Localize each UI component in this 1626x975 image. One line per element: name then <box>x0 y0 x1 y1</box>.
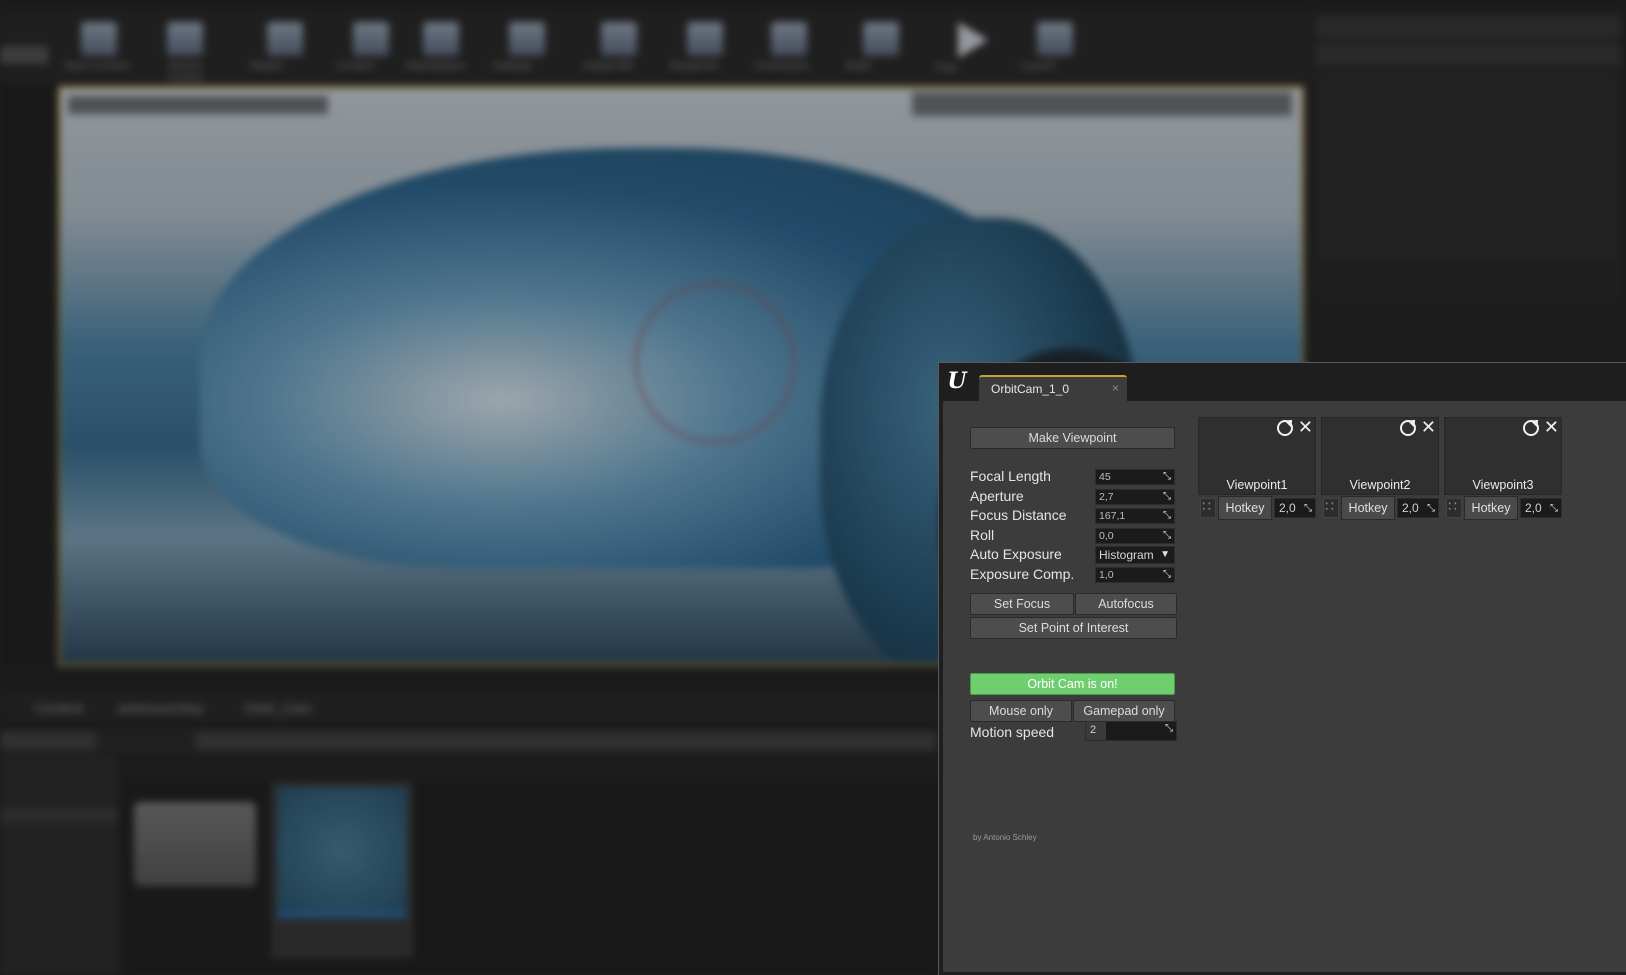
chevron-down-icon: ▼ <box>1160 549 1170 560</box>
spin-arrows-icon: ⤡ <box>1163 569 1171 580</box>
viewpoint-speed-value: 2,0 <box>1279 501 1296 515</box>
focal-length-input[interactable]: 45 ⤡ <box>1095 469 1175 485</box>
roll-label: Roll <box>970 527 995 543</box>
make-viewpoint-button[interactable]: Make Viewpoint <box>970 427 1175 449</box>
viewpoint-card-3[interactable]: ✕ Viewpoint3 <box>1444 417 1562 495</box>
focal-length-value: 45 <box>1099 471 1111 483</box>
hotkey-button[interactable]: Hotkey <box>1464 496 1518 520</box>
set-focus-button[interactable]: Set Focus <box>970 593 1074 615</box>
spin-arrows-icon: ⤡ <box>1550 503 1558 514</box>
set-point-of-interest-button[interactable]: Set Point of Interest <box>970 617 1177 639</box>
close-icon[interactable]: ✕ <box>1421 418 1436 436</box>
spin-arrows-icon: ⤡ <box>1163 530 1171 541</box>
viewpoint-speed-input[interactable]: 2,0 ⤡ <box>1520 498 1562 518</box>
viewpoint-speed-input[interactable]: 2,0 ⤡ <box>1397 498 1439 518</box>
orbitcam-panel: Make Viewpoint Focal Length 45 ⤡ Aperture… <box>943 401 1626 972</box>
orbitcam-window: U OrbitCam_1_0 × Make Viewpoint Focal Le… <box>938 362 1626 975</box>
viewpoint-controls-2: Hotkey 2,0 ⤡ <box>1321 496 1439 520</box>
window-header: U OrbitCam_1_0 × <box>939 363 1626 401</box>
drag-grip-icon[interactable] <box>1323 498 1339 518</box>
tab-close-icon[interactable]: × <box>1112 381 1119 395</box>
aperture-label: Aperture <box>970 488 1024 504</box>
viewpoint-card-1[interactable]: ✕ Viewpoint1 <box>1198 417 1316 495</box>
gamepad-only-button[interactable]: Gamepad only <box>1073 700 1175 722</box>
spin-arrows-icon: ⤡ <box>1163 471 1171 482</box>
viewpoint-speed-value: 2,0 <box>1525 501 1542 515</box>
orbit-cam-status-button[interactable]: Orbit Cam is on! <box>970 673 1175 695</box>
refresh-icon[interactable] <box>1277 420 1293 436</box>
viewpoint-speed-input[interactable]: 2,0 ⤡ <box>1274 498 1316 518</box>
motion-speed-slider[interactable]: 2 ⤡ <box>1085 721 1177 741</box>
spin-arrows-icon: ⤡ <box>1304 503 1312 514</box>
tab-orbitcam[interactable]: OrbitCam_1_0 × <box>979 375 1127 401</box>
roll-input[interactable]: 0,0 ⤡ <box>1095 528 1175 544</box>
viewpoint-name: Viewpoint2 <box>1349 478 1411 492</box>
roll-value: 0,0 <box>1099 530 1114 542</box>
author-credit: by Antonio Schley <box>973 833 1037 842</box>
viewpoint-name: Viewpoint1 <box>1226 478 1288 492</box>
spin-arrows-icon: ⤡ <box>1163 510 1171 521</box>
close-icon[interactable]: ✕ <box>1544 418 1559 436</box>
focus-distance-input[interactable]: 167,1 ⤡ <box>1095 508 1175 524</box>
focal-length-label: Focal Length <box>970 468 1051 484</box>
tab-label: OrbitCam_1_0 <box>991 382 1070 396</box>
spin-arrows-icon: ⤡ <box>1163 491 1171 502</box>
viewpoint-controls-1: Hotkey 2,0 ⤡ <box>1198 496 1316 520</box>
drag-grip-icon[interactable] <box>1446 498 1462 518</box>
refresh-icon[interactable] <box>1400 420 1416 436</box>
aperture-value: 2,7 <box>1099 491 1114 503</box>
focus-distance-value: 167,1 <box>1099 510 1126 522</box>
viewpoint-controls-3: Hotkey 2,0 ⤡ <box>1444 496 1562 520</box>
viewpoint-name: Viewpoint3 <box>1472 478 1534 492</box>
motion-speed-label: Motion speed <box>970 724 1055 740</box>
spin-arrows-icon: ⤡ <box>1427 503 1435 514</box>
screen: Save Current Source Control Modes Conten… <box>0 0 1626 975</box>
exposure-comp-value: 1,0 <box>1099 569 1114 581</box>
auto-exposure-dropdown[interactable]: Histogram ▼ <box>1095 546 1175 564</box>
autofocus-button[interactable]: Autofocus <box>1075 593 1177 615</box>
motion-speed-value: 2 <box>1090 724 1097 736</box>
focus-distance-label: Focus Distance <box>970 507 1067 523</box>
exposure-comp-label: Exposure Comp. <box>970 566 1075 582</box>
close-icon[interactable]: ✕ <box>1298 418 1313 436</box>
viewpoint-speed-value: 2,0 <box>1402 501 1419 515</box>
mouse-only-button[interactable]: Mouse only <box>970 700 1072 722</box>
viewpoint-card-2[interactable]: ✕ Viewpoint2 <box>1321 417 1439 495</box>
refresh-icon[interactable] <box>1523 420 1539 436</box>
aperture-input[interactable]: 2,7 ⤡ <box>1095 489 1175 505</box>
hotkey-button[interactable]: Hotkey <box>1341 496 1395 520</box>
auto-exposure-label: Auto Exposure <box>970 546 1062 562</box>
spin-arrows-icon: ⤡ <box>1165 723 1173 734</box>
hotkey-button[interactable]: Hotkey <box>1218 496 1272 520</box>
unreal-logo-icon: U <box>947 368 967 394</box>
drag-grip-icon[interactable] <box>1200 498 1216 518</box>
auto-exposure-value: Histogram <box>1099 548 1154 562</box>
exposure-comp-input[interactable]: 1,0 ⤡ <box>1095 567 1175 583</box>
